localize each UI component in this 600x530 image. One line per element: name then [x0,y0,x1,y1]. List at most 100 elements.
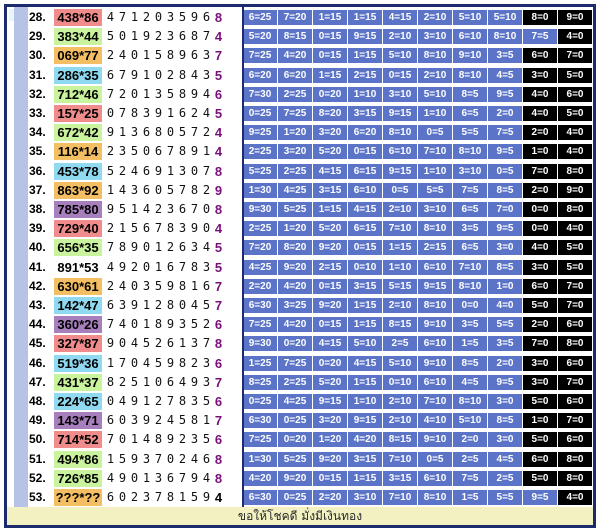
digit-cell: 7 [190,125,199,140]
score-cell: 5=0 [523,298,557,313]
score-cell: 9=20 [313,298,347,313]
score-cell: 7=5 [453,182,487,198]
score-cell: 2=25 [278,163,312,179]
score-cell: 3=20 [313,413,347,429]
digit-cell: 0 [202,221,211,236]
digit-cell: 1 [178,336,187,351]
digit-cell: 8 [166,298,175,312]
digit-cell: 9 [142,413,151,428]
pair-result: 224*65 [54,393,102,410]
score-cell: 4=0 [558,125,592,141]
score-cell: 3=20 [278,144,312,160]
score-cell: 9=5 [488,86,522,102]
score-cell: 1=5 [453,336,487,352]
score-cell: 4=5 [488,451,522,467]
score-cell: 3=15 [313,182,347,198]
score-cell: 3=0 [523,259,557,275]
score-cell: 5=10 [453,413,487,429]
score-cell: 4=20 [278,278,312,294]
score-cell: 7=0 [558,298,592,313]
score-cell: 3=15 [348,451,382,467]
digit-cell: 3 [202,355,211,370]
tail-digit: 7 [214,298,223,313]
score-cell: 4=0 [523,240,557,256]
digit-cell: 1 [130,10,139,24]
digit-cell: 3 [154,470,163,485]
digit-cell: 0 [130,470,139,485]
score-cell: 2=5 [453,451,487,467]
score-cell: 4=0 [558,221,592,237]
score-cell: 6=0 [558,394,592,409]
digit-cell: 7 [202,29,211,44]
score-cell: 1=15 [348,317,382,333]
digit-cell: 4 [178,374,187,389]
tail-digit: 8 [214,451,223,467]
digit-cell: 4 [202,106,211,120]
digit-cell: 2 [154,298,163,312]
digit-cell: 3 [178,221,187,236]
digit-cell: 2 [190,106,199,120]
row-number: 31. [29,67,46,82]
score-cell: 8=10 [453,144,487,160]
score-cell: 8=10 [418,221,452,237]
score-cell: 4=25 [278,182,312,198]
digit-cell: 3 [166,202,175,216]
score-cell: 5=10 [383,48,417,64]
digit-cell: 2 [202,125,211,140]
digit-cell: 2 [178,432,187,447]
digit-cell: 9 [202,490,211,504]
row-number: 29. [29,29,46,44]
score-cell: 3=15 [348,278,382,294]
score-cell: 0=20 [313,86,347,102]
digit-cell: 9 [106,336,115,351]
digit-cell: 6 [190,48,199,63]
pair-result: 286*35 [54,66,102,84]
digit-cell: 6 [106,67,115,82]
digit-cell: 9 [130,394,139,408]
digit-cell: 2 [202,317,211,332]
score-cell: 0=0 [523,221,557,237]
score-cell: 8=15 [383,317,417,333]
score-cell: 6=15 [348,163,382,179]
score-cell: 3=10 [383,86,417,102]
score-cell: 9=15 [313,394,347,409]
tail-digit: 7 [214,48,223,64]
digit-cell: 7 [118,10,127,24]
digit-cell: 0 [130,317,139,332]
pair-result: 453*78 [54,162,102,180]
score-cell: 4=5 [488,67,522,83]
digit-cell: 3 [178,317,187,332]
score-cell: 0=20 [278,432,312,448]
digit-cell: 1 [142,374,151,389]
digit-cell: 4 [190,298,199,312]
digit-cell: 6 [202,451,211,466]
score-cell: 2=10 [383,202,417,217]
digit-cell: 5 [202,298,211,312]
pair-result: 729*40 [54,220,102,238]
tail-digit: 4 [214,125,223,141]
digit-cell: 8 [178,394,187,408]
score-cell: 9=5 [523,490,557,505]
digit-cell: 4 [106,470,115,485]
score-cell: 8=5 [488,182,522,198]
row-number: 47. [29,374,46,389]
row-number: 50. [29,432,46,447]
row-number: 33. [29,106,46,120]
score-cell: 9=0 [558,182,592,198]
score-cell: 0=5 [383,182,417,198]
pair-result: 863*92 [54,181,102,199]
digit-cell: 0 [154,67,163,82]
row-number: 32. [29,86,46,101]
digit-cell: 7 [202,336,211,351]
digit-cell: 0 [178,298,187,312]
score-cell: 2=25 [278,374,312,390]
digit-cell: 4 [142,202,151,216]
score-cell: 5=0 [558,259,592,275]
pair-result: 785*80 [54,201,102,218]
score-cell: 1=15 [348,298,382,313]
score-cell: 9=10 [453,48,487,64]
score-cell: 4=0 [558,144,592,160]
score-cell: 3=10 [418,29,452,45]
score-cell: 5=10 [453,10,487,25]
score-cell: 8=10 [453,67,487,83]
